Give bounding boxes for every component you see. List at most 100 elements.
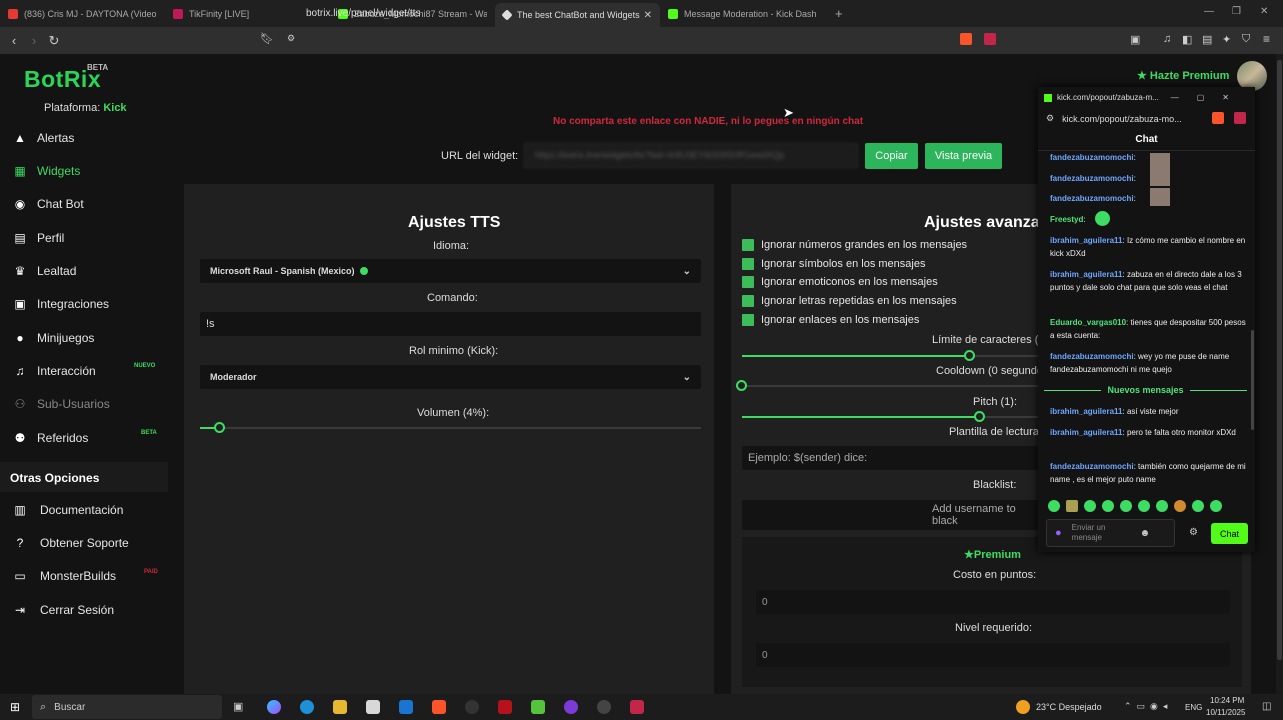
browser-tab-active[interactable]: The best ChatBot and Widgets f ✕ xyxy=(495,3,660,27)
leo-icon[interactable]: ✦ xyxy=(1222,33,1231,46)
sidebar-item-integraciones[interactable]: ▣ Integraciones xyxy=(0,292,168,316)
cost-input[interactable]: 0 xyxy=(756,590,1230,614)
emote-icon[interactable] xyxy=(1192,500,1204,512)
sidebar-item-documentacion[interactable]: ▥ Documentación xyxy=(0,498,168,522)
obs-icon[interactable] xyxy=(465,700,479,714)
vpn-icon[interactable]: ⛉ xyxy=(1242,33,1250,46)
chat-scrollbar[interactable] xyxy=(1251,330,1254,430)
sidebar-item-perfil[interactable]: ▤ Perfil xyxy=(0,226,168,250)
char-limit-thumb[interactable] xyxy=(964,350,975,361)
volume-slider[interactable] xyxy=(200,427,701,429)
emote-icon[interactable] xyxy=(1048,500,1060,512)
bookmark-icon[interactable]: 🔖︎ xyxy=(260,32,274,45)
store-icon[interactable] xyxy=(366,700,380,714)
windows-start-icon[interactable]: ⊞ xyxy=(10,700,20,714)
site-settings-icon[interactable]: ⚙︎ xyxy=(1046,113,1054,124)
ignore-links-checkbox[interactable]: Ignorar enlaces en los mensajes xyxy=(742,314,919,326)
gear-icon[interactable]: ⚙︎ xyxy=(1189,527,1198,538)
brave-shield-icon[interactable] xyxy=(960,33,972,45)
sidebar-item-sub-usuarios[interactable]: ⚇ Sub-Usuarios xyxy=(0,392,168,416)
cooldown-slider[interactable] xyxy=(742,385,1042,387)
sidebar-item-lealtad[interactable]: ♛ Lealtad xyxy=(0,259,168,283)
minimize-icon[interactable]: — xyxy=(1204,6,1214,17)
browser-tab[interactable]: Message Moderation - Kick Dashbo xyxy=(660,0,825,27)
task-view-icon[interactable]: ▣ xyxy=(233,700,247,714)
chat-username[interactable]: fandezabuzamomochi xyxy=(1050,153,1134,160)
chat-send-button[interactable]: Chat xyxy=(1211,523,1248,544)
chat-username[interactable]: ibrahim_aguilera11 xyxy=(1050,428,1122,437)
emoji-icon[interactable]: ☻ xyxy=(1140,528,1151,539)
chat-username[interactable]: ibrahim_aguilera11 xyxy=(1050,407,1122,416)
edge-icon[interactable] xyxy=(300,700,314,714)
cooldown-thumb[interactable] xyxy=(736,380,747,391)
app-icon[interactable] xyxy=(498,700,512,714)
ignore-repeated-checkbox[interactable]: Ignorar letras repetidas en los mensajes xyxy=(742,295,957,307)
page-scrollbar-thumb[interactable] xyxy=(1277,60,1282,660)
preview-button[interactable]: Vista previa xyxy=(925,143,1002,169)
browser-tab[interactable]: (836) Cris MJ - DAYTONA (Video Ofic xyxy=(0,0,165,27)
media-icon[interactable]: ♫ xyxy=(1163,33,1171,45)
chat-username[interactable]: Freestyd xyxy=(1050,215,1083,224)
language-select[interactable]: Microsoft Raul - Spanish (Mexico) ⌄ xyxy=(200,259,701,283)
new-messages-divider[interactable]: Nuevos mensajes xyxy=(1044,384,1248,396)
sidebar-item-widgets[interactable]: ▦ Widgets xyxy=(0,159,168,183)
taskbar-search[interactable]: ⌕ Buscar xyxy=(32,695,222,719)
outlook-icon[interactable] xyxy=(399,700,413,714)
ignore-symbols-checkbox[interactable]: Ignorar símbolos en los mensajes xyxy=(742,258,925,270)
emote-icon[interactable] xyxy=(1084,500,1096,512)
sidebar-item-alertas[interactable]: ▲ Alertas xyxy=(0,126,168,150)
language-indicator[interactable]: ENG xyxy=(1185,703,1202,712)
template-input[interactable]: Ejemplo: $(sender) dice: xyxy=(742,446,1042,470)
tab-search-icon[interactable]: ▣ xyxy=(1130,33,1140,46)
app-icon[interactable] xyxy=(630,700,644,714)
chat-username[interactable]: fandezabuzamomochi xyxy=(1050,174,1134,183)
command-input[interactable]: !s xyxy=(200,312,701,336)
brave-rewards-icon[interactable] xyxy=(1234,112,1246,124)
volume-thumb[interactable] xyxy=(214,422,225,433)
emote-icon[interactable] xyxy=(1120,500,1132,512)
emote-icon[interactable] xyxy=(1210,500,1222,512)
copilot-icon[interactable] xyxy=(267,700,281,714)
popup-url[interactable]: kick.com/popout/zabuza-mo... xyxy=(1062,114,1182,124)
clock-date[interactable]: 10/11/2025 xyxy=(1206,708,1245,717)
sidebar-item-cerrar-sesion[interactable]: ⇥ Cerrar Sesión xyxy=(0,598,168,622)
discord-icon[interactable] xyxy=(564,700,578,714)
emote-icon[interactable] xyxy=(1102,500,1114,512)
ignore-emotes-checkbox[interactable]: Ignorar emoticonos en los mensajes xyxy=(742,276,938,288)
new-tab-button[interactable]: + xyxy=(835,6,843,21)
emote-icon[interactable] xyxy=(1174,500,1186,512)
url-field[interactable]: botrix.live/panel/widget/tts xyxy=(306,8,421,19)
emote-icon[interactable] xyxy=(1138,500,1150,512)
popup-window-controls[interactable]: —▢✕ xyxy=(1171,93,1247,102)
site-settings-icon[interactable]: ⚙︎ xyxy=(287,33,295,44)
reload-icon[interactable]: ↻ xyxy=(44,33,64,49)
menu-icon[interactable]: ≡ xyxy=(1263,32,1270,46)
chat-input[interactable]: ● Enviar un mensaje ☻ xyxy=(1046,519,1175,547)
emote-icon[interactable] xyxy=(1156,500,1168,512)
maximize-icon[interactable]: ❐ xyxy=(1232,6,1241,17)
forward-icon[interactable]: › xyxy=(24,33,44,48)
file-explorer-icon[interactable] xyxy=(333,700,347,714)
steam-icon[interactable] xyxy=(597,700,611,714)
level-input[interactable]: 0 xyxy=(756,643,1230,667)
blacklist-input[interactable]: Add username to black xyxy=(742,500,1042,530)
chat-username[interactable]: ibrahim_aguilera11 xyxy=(1050,270,1122,279)
tray-icons[interactable]: ⌃▭◉◂ xyxy=(1124,701,1172,712)
sidebar-item-chat-bot[interactable]: ◉ Chat Bot xyxy=(0,192,168,216)
widget-url-field[interactable]: https://botrix.live/widgets/tts?bid=4r8U… xyxy=(524,143,858,168)
chat-username[interactable]: fandezabuzamomochi xyxy=(1050,352,1134,361)
chat-username[interactable]: fandezabuzamomochi xyxy=(1050,194,1134,203)
chat-username[interactable]: Eduardo_vargas010 xyxy=(1050,318,1126,327)
char-limit-slider[interactable] xyxy=(742,355,1042,357)
wallet-icon[interactable]: ▤ xyxy=(1202,33,1212,46)
back-icon[interactable]: ‹ xyxy=(4,33,24,48)
brave-icon[interactable] xyxy=(432,700,446,714)
brave-rewards-icon[interactable] xyxy=(984,33,996,45)
chat-username[interactable]: fandezabuzamomochi xyxy=(1050,462,1134,471)
premium-link[interactable]: ★ Hazte Premium xyxy=(1137,69,1229,82)
minecraft-icon[interactable] xyxy=(531,700,545,714)
microphone-icon[interactable]: ● xyxy=(1055,527,1062,539)
clock-time[interactable]: 10:24 PM xyxy=(1210,696,1244,705)
pitch-slider[interactable] xyxy=(742,416,1042,418)
chat-username[interactable]: ibrahim_aguilera11 xyxy=(1050,236,1122,245)
